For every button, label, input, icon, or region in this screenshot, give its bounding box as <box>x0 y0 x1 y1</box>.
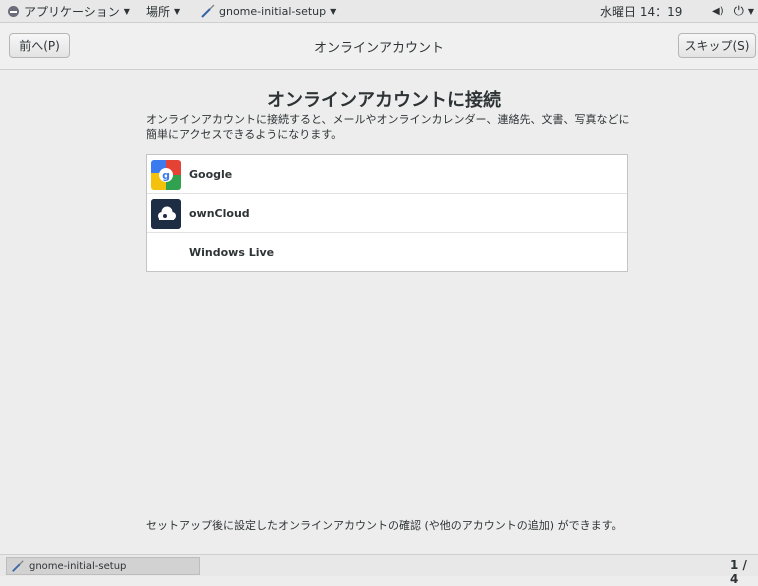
chevron-down-icon: ▼ <box>123 6 130 16</box>
top-panel: アプリケーション ▼ 場所 ▼ gnome-initial-setup ▼ 水曜… <box>0 0 758 23</box>
provider-row-owncloud[interactable]: ownCloud <box>147 194 627 233</box>
applications-menu-label: アプリケーション <box>24 4 120 19</box>
page-title: オンラインアカウント <box>313 41 444 56</box>
clock[interactable]: 水曜日 14：19 <box>596 0 686 22</box>
workspace-indicator[interactable]: 1 / 4 <box>730 558 758 586</box>
skip-button[interactable]: スキップ(S) <box>678 33 756 58</box>
taskbar-item[interactable]: gnome-initial-setup <box>6 557 200 575</box>
chevron-down-icon: ▼ <box>174 6 181 16</box>
chevron-down-icon: ▼ <box>747 6 755 16</box>
places-menu-label: 場所 <box>146 4 171 19</box>
provider-list: g Google ownCloud Windows Live <box>146 154 628 272</box>
section-heading: オンラインアカウントに接続 <box>267 90 501 111</box>
taskbar-item-label: gnome-initial-setup <box>29 560 127 572</box>
applications-menu[interactable]: アプリケーション ▼ <box>4 0 134 22</box>
system-menu[interactable]: ◀) ⏻ ▼ <box>708 0 758 22</box>
provider-label: ownCloud <box>189 207 250 220</box>
footer-note: セットアップ後に設定したオンラインアカウントの確認 (や他のアカウントの追加) … <box>146 519 623 532</box>
volume-icon: ◀) <box>712 5 724 17</box>
svg-text:g: g <box>162 169 170 182</box>
owncloud-icon <box>151 199 181 229</box>
setup-wizard-icon <box>201 4 215 18</box>
header-bar: 前へ(P) オンラインアカウント スキップ(S) <box>0 23 758 70</box>
provider-label: Windows Live <box>189 246 275 259</box>
provider-row-google[interactable]: g Google <box>147 155 627 194</box>
gnome-foot-icon <box>8 5 19 17</box>
app-menu-label: gnome-initial-setup <box>219 4 327 18</box>
google-icon: g <box>151 160 181 190</box>
provider-label: Google <box>189 168 233 181</box>
bottom-panel: gnome-initial-setup 1 / 4 <box>0 554 758 586</box>
provider-row-windows-live[interactable]: Windows Live <box>147 233 627 272</box>
setup-wizard-icon <box>12 560 24 572</box>
chevron-down-icon: ▼ <box>330 6 337 16</box>
places-menu[interactable]: 場所 ▼ <box>142 0 184 22</box>
app-menu[interactable]: gnome-initial-setup ▼ <box>196 0 340 22</box>
description-text: オンラインアカウントに接続すると、メールやオンラインカレンダー、連絡先、文書、写… <box>146 113 630 141</box>
power-icon: ⏻ <box>733 3 744 19</box>
